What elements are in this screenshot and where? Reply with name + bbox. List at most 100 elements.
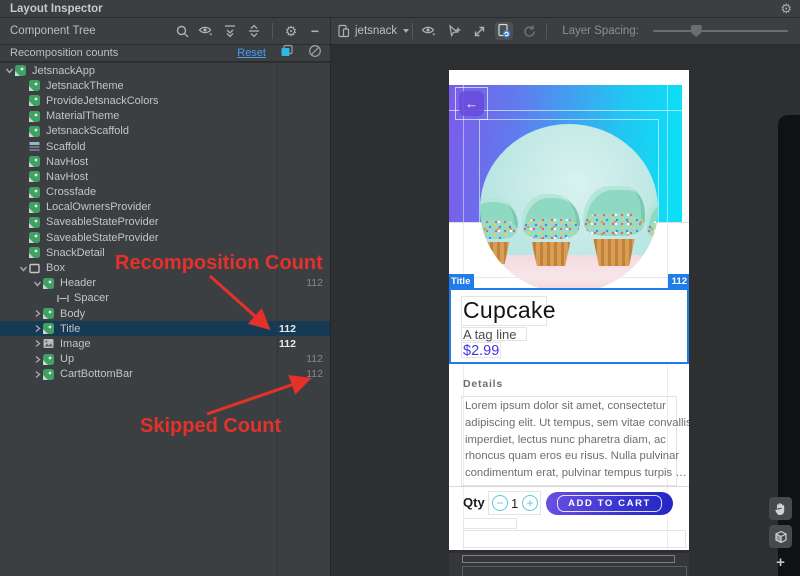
chevron-collapsed-icon[interactable] (32, 355, 43, 364)
details-text-line: imperdiet, lectus nunc pharetra diam, ac (465, 434, 666, 446)
slider-track (653, 30, 788, 32)
compose-icon (29, 95, 42, 106)
chevron-expanded-icon[interactable] (18, 264, 29, 273)
device-screen[interactable]: ← Title 112 Cupcake A tag line $2 (449, 70, 689, 550)
skipped-count-annotation: Skipped Count (140, 415, 281, 438)
toolbar-separator (546, 23, 547, 39)
compose-icon (29, 187, 42, 198)
tree-node-label: Spacer (74, 292, 109, 304)
zoom-in-button[interactable]: + (769, 553, 792, 571)
layout-inspector-viewport[interactable]: ← Title 112 Cupcake A tag line $2 (332, 45, 800, 576)
inspector-toolbar: jetsnack Layer Spacing: (331, 18, 800, 44)
tree-node-label: Box (46, 262, 65, 274)
tree-node-body[interactable]: Body (0, 306, 330, 321)
divider (449, 486, 689, 487)
image-icon (43, 338, 56, 349)
tree-node-jetsnackapp[interactable]: JetsnackApp (0, 63, 330, 78)
pan-to-selection-icon[interactable] (470, 22, 488, 40)
component-tree-title: Component Tree (10, 25, 96, 37)
highlight-recompositions-icon[interactable] (280, 44, 294, 63)
back-button[interactable]: ← (459, 91, 484, 116)
rotation-3d-icon (774, 530, 788, 544)
mode-3d-toggle-icon[interactable] (495, 22, 513, 40)
expand-all-icon[interactable] (221, 22, 239, 40)
tree-node-header[interactable]: Header112 (0, 276, 330, 291)
tree-node-label: MaterialTheme (46, 110, 119, 122)
qty-label: Qty (463, 495, 485, 510)
product-name: Cupcake (463, 297, 556, 324)
counts-column-divider (277, 63, 278, 576)
tree-node-up[interactable]: Up112 (0, 352, 330, 367)
recomposition-count-annotation: Recomposition Count (115, 252, 323, 275)
tree-node-saveablestateprovider[interactable]: SaveableStateProvider (0, 215, 330, 230)
tree-node-jetsnackscaffold[interactable]: JetsnackScaffold (0, 124, 330, 139)
chevron-expanded-icon[interactable] (32, 279, 43, 288)
compose-icon (29, 126, 42, 137)
compose-icon (43, 323, 56, 334)
layer-spacing-slider[interactable] (653, 23, 788, 39)
tree-node-label: SaveableStateProvider (46, 216, 159, 228)
selection-badge-title: Title (449, 274, 474, 288)
layout-bounds (463, 530, 686, 548)
tree-node-cartbottombar[interactable]: CartBottomBar112 (0, 367, 330, 382)
add-to-cart-label: ADD TO CART (557, 495, 662, 512)
slider-thumb[interactable] (691, 25, 702, 37)
refresh-icon[interactable] (520, 22, 538, 40)
chevron-collapsed-icon[interactable] (32, 370, 43, 379)
chevron-collapsed-icon[interactable] (32, 324, 43, 333)
tree-node-label: Title (60, 323, 80, 335)
reset-counts-link[interactable]: Reset (237, 47, 266, 59)
qty-minus-button[interactable]: − (492, 495, 508, 511)
compose-icon (43, 369, 56, 380)
tree-node-navhost[interactable]: NavHost (0, 169, 330, 184)
tree-node-jetsnacktheme[interactable]: JetsnackTheme (0, 78, 330, 93)
select-component-icon[interactable] (445, 22, 463, 40)
tree-node-label: Body (60, 308, 85, 320)
device-icon (337, 24, 351, 38)
disable-counts-icon[interactable] (308, 44, 322, 63)
window-titlebar: Layout Inspector ⚙ (0, 0, 800, 18)
tree-node-label: Crossfade (46, 186, 96, 198)
tree-node-label: JetsnackScaffold (46, 125, 129, 137)
cupcake-illustration (480, 198, 518, 264)
toolbar-separator (272, 23, 273, 39)
view-options-eye-icon[interactable] (197, 22, 215, 40)
tree-node-localownersprovider[interactable]: LocalOwnersProvider (0, 200, 330, 215)
chevron-collapsed-icon[interactable] (32, 309, 43, 318)
tree-settings-gear-icon[interactable]: ⚙ (282, 22, 300, 40)
pan-mode-button[interactable] (769, 497, 792, 520)
tree-node-title[interactable]: Title 112 (0, 321, 330, 336)
settings-gear-icon[interactable]: ⚙ (780, 1, 792, 17)
hide-panel-icon[interactable]: − (306, 22, 324, 40)
tree-node-scaffold[interactable]: Scaffold (0, 139, 330, 154)
search-icon[interactable] (173, 22, 191, 40)
recomposition-count-value: 112 (279, 323, 296, 335)
tree-node-label: JetsnackApp (32, 65, 95, 77)
tree-node-label: Up (60, 353, 74, 365)
compose-icon (29, 247, 42, 258)
process-selector[interactable]: jetsnack (337, 24, 409, 38)
skipped-count-value: 112 (306, 368, 323, 380)
product-tagline: A tag line (463, 327, 517, 342)
compose-icon (29, 111, 42, 122)
tree-node-crossfade[interactable]: Crossfade (0, 185, 330, 200)
tree-node-providejetsnackcolors[interactable]: ProvideJetsnackColors (0, 93, 330, 108)
tree-node-image[interactable]: Image112 (0, 336, 330, 351)
window-title: Layout Inspector (10, 3, 103, 15)
recomposition-counts-label: Recomposition counts (10, 47, 118, 59)
add-to-cart-button[interactable]: ADD TO CART (546, 492, 673, 515)
collapse-all-icon[interactable] (245, 22, 263, 40)
tree-node-navhost[interactable]: NavHost (0, 154, 330, 169)
rotation-3d-button[interactable] (769, 525, 792, 548)
chevron-expanded-icon[interactable] (4, 66, 15, 75)
pan-hand-icon (774, 502, 787, 516)
process-name: jetsnack (355, 25, 397, 37)
tree-node-spacer[interactable]: Spacer (0, 291, 330, 306)
tree-node-saveablestateprovider[interactable]: SaveableStateProvider (0, 230, 330, 245)
chevron-collapsed-icon[interactable] (32, 339, 43, 348)
details-text-line: Lorem ipsum dolor sit amet, consectetur (465, 400, 666, 412)
qty-plus-button[interactable]: + (522, 495, 538, 511)
view-options-eye-icon[interactable] (420, 22, 438, 40)
tree-node-materialtheme[interactable]: MaterialTheme (0, 109, 330, 124)
tree-node-label: SaveableStateProvider (46, 232, 159, 244)
